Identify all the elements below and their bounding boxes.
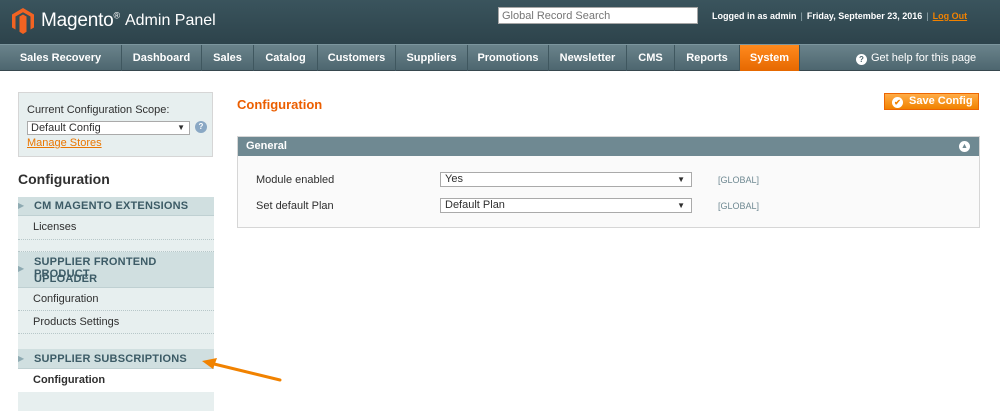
- nav-customers[interactable]: Customers: [318, 45, 396, 71]
- triangle-right-icon: ▶: [18, 354, 25, 363]
- global-search-input[interactable]: [498, 7, 698, 24]
- save-config-label: Save Config: [909, 95, 973, 107]
- nav-sales-recovery[interactable]: Sales Recovery: [0, 45, 122, 71]
- fieldset-title: General: [246, 140, 287, 152]
- save-config-button[interactable]: ✔ Save Config: [884, 93, 979, 110]
- scope-label: Current Configuration Scope:: [27, 104, 170, 116]
- module-enabled-value: Yes: [445, 173, 463, 185]
- nav-newsletter[interactable]: Newsletter: [549, 45, 627, 71]
- nav-promotions[interactable]: Promotions: [468, 45, 549, 71]
- sidebar-section-frontend-uploader[interactable]: ▶ SUPPLIER FRONTEND PRODUCT UPLOADER: [18, 252, 214, 288]
- nav-catalog[interactable]: Catalog: [254, 45, 318, 71]
- header-date: Friday, September 23, 2016: [806, 11, 923, 21]
- main-nav: Sales Recovery Dashboard Sales Catalog C…: [0, 44, 1000, 71]
- sidebar-section-cm-extensions[interactable]: ▶ CM MAGENTO EXTENSIONS: [18, 197, 214, 216]
- help-icon: ?: [856, 54, 867, 65]
- default-plan-scope: [GLOBAL]: [718, 201, 760, 211]
- sidebar-section-label: SUPPLIER SUBSCRIPTIONS: [34, 353, 187, 365]
- check-icon: ✔: [892, 97, 903, 108]
- manage-stores-link[interactable]: Manage Stores: [27, 137, 102, 149]
- sidebar-section-label: CM MAGENTO EXTENSIONS: [34, 200, 189, 212]
- default-plan-label: Set default Plan: [256, 200, 334, 212]
- magento-logo[interactable]: Magento® Admin Panel: [12, 7, 216, 35]
- sidebar-item-configuration[interactable]: Configuration: [18, 288, 214, 311]
- default-plan-select[interactable]: Default Plan ▼: [440, 198, 692, 213]
- annotation-arrow-icon: [202, 358, 282, 382]
- nav-suppliers[interactable]: Suppliers: [396, 45, 468, 71]
- chevron-down-icon: ▼: [677, 201, 685, 210]
- chevron-down-icon: ▼: [177, 123, 185, 132]
- sidebar-spacer: [18, 240, 214, 252]
- magento-logo-icon: [12, 8, 34, 34]
- sidebar-item-configuration-active[interactable]: Configuration: [18, 369, 214, 392]
- sidebar-item-licenses[interactable]: Licenses: [18, 216, 214, 240]
- module-enabled-label: Module enabled: [256, 174, 335, 186]
- module-enabled-select[interactable]: Yes ▼: [440, 172, 692, 187]
- triangle-right-icon: ▶: [18, 264, 25, 273]
- nav-system[interactable]: System: [740, 45, 800, 71]
- chevron-down-icon: ▼: [677, 175, 685, 184]
- header-user-info: Logged in as admin | Friday, September 23,…: [712, 11, 967, 21]
- default-plan-value: Default Plan: [445, 199, 505, 211]
- sidebar-spacer: [18, 334, 214, 349]
- sidebar-section-label-line2: UPLOADER: [34, 273, 98, 285]
- module-enabled-scope: [GLOBAL]: [718, 175, 760, 185]
- separator: |: [926, 11, 929, 21]
- scope-select[interactable]: Default Config ▼: [27, 121, 190, 135]
- general-fieldset-header[interactable]: General ▲: [238, 137, 979, 156]
- logged-in-text: Logged in as admin: [712, 11, 797, 21]
- collapse-icon[interactable]: ▲: [959, 141, 970, 152]
- page-title: Configuration: [237, 97, 323, 112]
- separator: |: [800, 11, 803, 21]
- triangle-right-icon: ▶: [18, 201, 25, 210]
- logo-text: Magento®: [41, 10, 120, 31]
- nav-dashboard[interactable]: Dashboard: [122, 45, 202, 71]
- sidebar-section-subscriptions[interactable]: ▶ SUPPLIER SUBSCRIPTIONS: [18, 349, 214, 369]
- sidebar-spacer: [18, 392, 214, 411]
- logout-link[interactable]: Log Out: [933, 11, 968, 21]
- nav-cms[interactable]: CMS: [627, 45, 675, 71]
- logo-subtitle: Admin Panel: [124, 12, 216, 29]
- sidebar-title: Configuration: [18, 163, 213, 198]
- general-fieldset: General ▲ Module enabled Yes ▼ [GLOBAL] …: [237, 136, 980, 228]
- help-link[interactable]: ? Get help for this page: [856, 45, 976, 71]
- sidebar-item-products-settings[interactable]: Products Settings: [18, 311, 214, 334]
- help-icon[interactable]: ?: [195, 121, 207, 133]
- admin-header: Magento® Admin Panel Logged in as admin|…: [0, 0, 1000, 44]
- scope-value: Default Config: [31, 122, 101, 134]
- nav-reports[interactable]: Reports: [675, 45, 740, 71]
- config-scope-box: Current Configuration Scope: Default Con…: [18, 92, 213, 157]
- help-label: Get help for this page: [871, 52, 977, 64]
- nav-sales[interactable]: Sales: [202, 45, 254, 71]
